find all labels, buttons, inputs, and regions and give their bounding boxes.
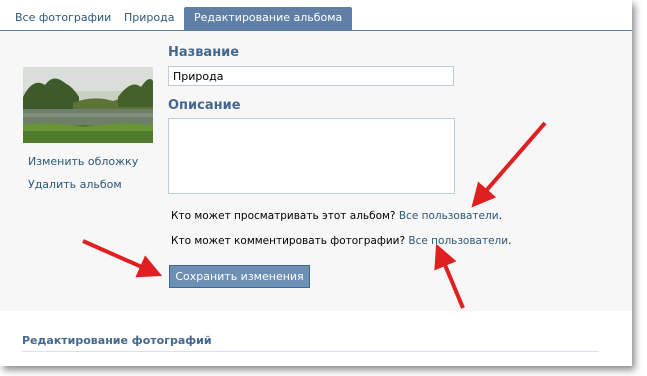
change-cover-link[interactable]: Изменить обложку <box>28 155 138 168</box>
tab-edit-album[interactable]: Редактирование альбома <box>184 7 353 30</box>
page-frame: Все фотографии Природа Редактирование ал… <box>0 0 632 366</box>
delete-album-link[interactable]: Удалить альбом <box>28 178 122 191</box>
view-privacy-question: Кто может просматривать этот альбом? <box>171 210 396 222</box>
album-name-input[interactable] <box>168 66 454 86</box>
tab-bar: Все фотографии Природа Редактирование ал… <box>0 0 632 31</box>
album-description-input[interactable] <box>168 118 455 194</box>
section-divider <box>22 351 599 352</box>
edit-photos-heading: Редактирование фотографий <box>22 334 212 347</box>
comment-privacy-question: Кто может комментировать фотографии? <box>171 235 406 247</box>
comment-privacy-period: . <box>508 235 512 247</box>
comment-privacy-link[interactable]: Все пользователи <box>408 235 508 247</box>
tab-album-nature[interactable]: Природа <box>124 7 174 29</box>
view-privacy-period: . <box>498 210 502 222</box>
save-changes-button[interactable]: Сохранить изменения <box>169 265 310 288</box>
view-privacy-row: Кто может просматривать этот альбом? Все… <box>171 210 502 222</box>
comment-privacy-row: Кто может комментировать фотографии? Все… <box>171 235 511 247</box>
tab-all-photos[interactable]: Все фотографии <box>15 7 111 29</box>
album-cover-image <box>23 67 153 143</box>
description-label: Описание <box>168 98 241 113</box>
view-privacy-link[interactable]: Все пользователи <box>399 210 499 222</box>
name-label: Название <box>168 45 240 60</box>
